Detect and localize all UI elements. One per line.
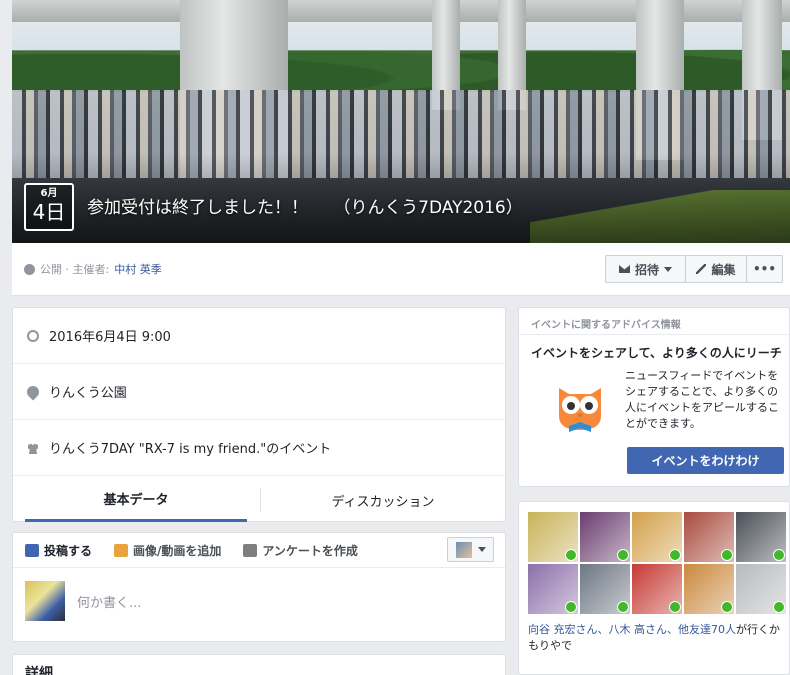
going-check-icon bbox=[721, 601, 733, 613]
post-as-selector[interactable] bbox=[447, 537, 494, 562]
going-check-icon bbox=[669, 549, 681, 561]
other-friends-link[interactable]: 他友達70人 bbox=[678, 623, 736, 636]
event-advice-card: イベントに関するアドバイス情報 イベントをシェアして、より多くの人にリーチ ニュ… bbox=[518, 307, 790, 487]
event-tabs: 基本データ ディスカッション bbox=[13, 478, 505, 522]
event-date-badge: 6月 4日 bbox=[24, 183, 74, 231]
write-post-button[interactable]: 投稿する bbox=[25, 542, 92, 559]
going-check-icon bbox=[617, 549, 629, 561]
avatar bbox=[25, 581, 65, 621]
details-heading: 詳細 bbox=[25, 666, 53, 675]
add-photo-label: 画像/動画を追加 bbox=[133, 543, 222, 558]
tab-discussion[interactable]: ディスカッション bbox=[261, 478, 505, 522]
invite-button[interactable]: 招待 bbox=[605, 255, 686, 283]
group-icon bbox=[27, 441, 39, 454]
owl-icon bbox=[559, 388, 601, 432]
poll-icon bbox=[243, 543, 258, 557]
friend-avatar[interactable] bbox=[528, 564, 578, 614]
event-privacy: 公開 · 主催者: 中村 英季 bbox=[24, 261, 162, 277]
composer-input-area[interactable]: 何か書く... bbox=[25, 581, 141, 621]
event-page: 6月 4日 参加受付は終了しました！！ （りんくう7DAY2016） 公開 · … bbox=[0, 0, 790, 675]
going-check-icon bbox=[773, 601, 785, 613]
pencil-icon bbox=[25, 543, 39, 557]
friend-avatar[interactable] bbox=[580, 564, 630, 614]
clock-icon bbox=[27, 329, 39, 342]
event-title: 参加受付は終了しました！！ （りんくう7DAY2016） bbox=[87, 198, 523, 218]
event-group: りんくう7DAY "RX-7 is my friend."のイベント bbox=[49, 442, 332, 457]
going-check-icon bbox=[773, 549, 785, 561]
friend-avatar[interactable] bbox=[684, 512, 734, 562]
chevron-down-icon bbox=[664, 266, 672, 272]
share-event-button[interactable]: イベントをわけわけ bbox=[627, 447, 784, 474]
details-card: 詳細 bbox=[12, 654, 506, 675]
advice-body: ニュースフィードでイベントをシェアすることで、より多くの人にイベントをアピールす… bbox=[625, 369, 779, 430]
host-link[interactable]: 中村 英季 bbox=[114, 261, 162, 277]
friend-avatar[interactable] bbox=[632, 564, 682, 614]
envelope-icon bbox=[618, 265, 630, 273]
friend-avatar[interactable] bbox=[736, 512, 786, 562]
composer-placeholder[interactable]: 何か書く... bbox=[77, 592, 141, 611]
going-check-icon bbox=[617, 601, 629, 613]
post-composer: 投稿する 画像/動画を追加 アンケートを作成 何か書く... bbox=[12, 532, 506, 642]
more-options-button[interactable]: ••• bbox=[746, 255, 783, 283]
date-day: 4日 bbox=[32, 200, 66, 224]
friend-avatar[interactable] bbox=[528, 512, 578, 562]
going-check-icon bbox=[669, 601, 681, 613]
event-datetime-row[interactable]: 2016年6月4日 9:00 bbox=[13, 308, 505, 364]
add-photo-video-button[interactable]: 画像/動画を追加 bbox=[114, 542, 221, 559]
pencil-icon bbox=[696, 264, 707, 274]
friend-avatar[interactable] bbox=[632, 512, 682, 562]
create-poll-button[interactable]: アンケートを作成 bbox=[243, 542, 358, 559]
edit-label: 編集 bbox=[711, 262, 736, 277]
friend-avatar[interactable] bbox=[580, 512, 630, 562]
event-location-row[interactable]: りんくう公園 bbox=[13, 364, 505, 420]
edit-button[interactable]: 編集 bbox=[685, 255, 747, 283]
event-location: りんくう公園 bbox=[49, 386, 127, 401]
friend-names-link[interactable]: 向谷 充宏さん、八木 高さん、 bbox=[528, 623, 678, 636]
friends-going-text: 向谷 充宏さん、八木 高さん、他友達70人が行くかもりやで bbox=[528, 622, 786, 654]
photo-icon bbox=[114, 543, 129, 557]
event-action-bar: 公開 · 主催者: 中村 英季 招待 編集 ••• bbox=[12, 243, 790, 296]
going-check-icon bbox=[565, 549, 577, 561]
advice-heading: イベントに関するアドバイス情報 bbox=[519, 308, 789, 335]
avatar bbox=[455, 541, 472, 558]
friends-going-card: 向谷 充宏さん、八木 高さん、他友達70人が行くかもりやで bbox=[518, 501, 790, 675]
create-poll-label: アンケートを作成 bbox=[262, 543, 358, 558]
globe-icon bbox=[24, 263, 35, 275]
chevron-down-icon bbox=[477, 547, 486, 552]
event-datetime: 2016年6月4日 9:00 bbox=[49, 330, 171, 345]
friend-avatar[interactable] bbox=[684, 564, 734, 614]
event-group-row[interactable]: りんくう7DAY "RX-7 is my friend."のイベント bbox=[13, 420, 505, 476]
write-post-label: 投稿する bbox=[44, 543, 93, 558]
date-month: 6月 bbox=[40, 188, 58, 199]
event-info-card: 2016年6月4日 9:00 りんくう公園 りんくう7DAY "RX-7 is … bbox=[12, 307, 506, 522]
invite-label: 招待 bbox=[634, 262, 659, 277]
privacy-label: 公開 · 主催者: bbox=[40, 263, 110, 276]
going-check-icon bbox=[721, 549, 733, 561]
more-icon: ••• bbox=[752, 262, 776, 276]
tab-basic-info[interactable]: 基本データ bbox=[25, 478, 247, 522]
composer-toolbar: 投稿する 画像/動画を追加 アンケートを作成 bbox=[13, 533, 505, 568]
going-check-icon bbox=[565, 601, 577, 613]
location-pin-icon bbox=[24, 383, 42, 400]
friend-avatar[interactable] bbox=[736, 564, 786, 614]
advice-title: イベントをシェアして、より多くの人にリーチ bbox=[531, 346, 782, 360]
